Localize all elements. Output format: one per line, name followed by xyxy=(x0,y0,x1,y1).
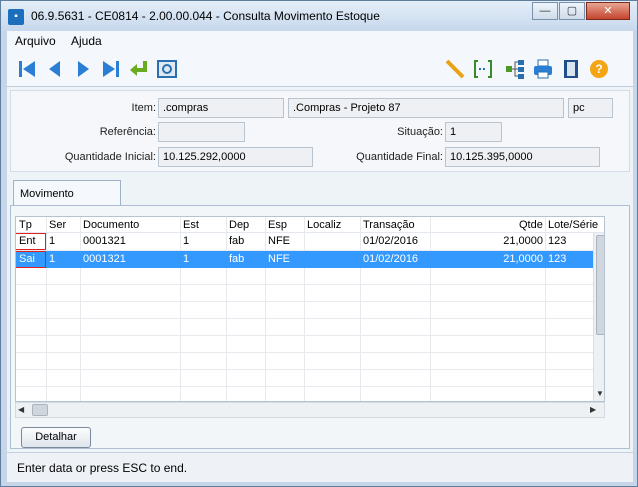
scroll-right-icon[interactable]: ▶ xyxy=(590,405,596,414)
range-button[interactable] xyxy=(471,57,495,81)
situacao-label: Situação: xyxy=(397,126,443,138)
movimento-panel: Tp Ser Documento Est Dep Esp Localiz Tra… xyxy=(10,205,630,449)
qtd-inicial-label: Quantidade Inicial: xyxy=(64,151,156,163)
scroll-thumb[interactable] xyxy=(596,235,604,335)
tab-movimento[interactable]: Movimento xyxy=(13,180,121,206)
col-qtde[interactable]: Qtde xyxy=(519,219,543,231)
last-record-button[interactable] xyxy=(99,57,123,81)
next-record-button[interactable] xyxy=(71,57,95,81)
cell-ser: 1 xyxy=(49,235,56,247)
main-window: ▪ 06.9.5631 - CE0814 - 2.00.00.044 - Con… xyxy=(0,0,638,487)
movement-grid[interactable]: Tp Ser Documento Est Dep Esp Localiz Tra… xyxy=(15,216,605,402)
toolbar: ? xyxy=(7,51,633,87)
col-esp[interactable]: Esp xyxy=(268,219,287,231)
cell-qtde: 21,0000 xyxy=(503,253,543,265)
col-ser[interactable]: Ser xyxy=(49,219,66,231)
grid-header: Tp Ser Documento Est Dep Esp Localiz Tra… xyxy=(16,217,604,233)
qtd-inicial-field[interactable]: 10.125.292,0000 xyxy=(158,147,313,167)
detalhar-button[interactable]: Detalhar xyxy=(21,427,91,448)
col-transacao[interactable]: Transação xyxy=(363,219,415,231)
cell-documento: 0001321 xyxy=(83,235,126,247)
help-icon: ? xyxy=(590,60,608,78)
header-panel: Item: .compras .Compras - Projeto 87 pc … xyxy=(10,90,630,172)
minimize-button[interactable]: — xyxy=(532,2,558,20)
cell-lote: 123 xyxy=(548,235,567,247)
close-button[interactable]: ✕ xyxy=(586,2,630,20)
exit-icon xyxy=(564,60,578,78)
cell-est: 1 xyxy=(183,235,190,247)
situacao-field[interactable]: 1 xyxy=(445,122,502,142)
cell-transacao: 01/02/2016 xyxy=(363,253,419,265)
horizontal-scrollbar[interactable]: ◀ ▶ xyxy=(15,402,605,418)
prev-record-button[interactable] xyxy=(43,57,67,81)
col-est[interactable]: Est xyxy=(183,219,199,231)
referencia-field[interactable] xyxy=(158,122,245,142)
edit-icon xyxy=(445,59,465,79)
prev-icon xyxy=(49,61,60,77)
hscroll-thumb[interactable] xyxy=(32,404,48,416)
cell-esp: NFE xyxy=(268,253,290,265)
col-documento[interactable]: Documento xyxy=(83,219,139,231)
menu-bar: Arquivo Ajuda xyxy=(7,31,633,51)
edit-button[interactable] xyxy=(443,57,467,81)
item-desc-field[interactable]: .Compras - Projeto 87 xyxy=(288,98,564,118)
svg-text:?: ? xyxy=(595,62,602,76)
qtd-final-field[interactable]: 10.125.395,0000 xyxy=(445,147,600,167)
tree-icon xyxy=(506,60,524,79)
table-row-selected[interactable]: Sai 1 0001321 1 fab NFE 01/02/2016 21,00… xyxy=(16,251,594,268)
item-code-field[interactable]: .compras xyxy=(158,98,284,118)
title-bar: ▪ 06.9.5631 - CE0814 - 2.00.00.044 - Con… xyxy=(1,1,637,31)
vertical-scrollbar[interactable]: ▼ xyxy=(593,233,604,401)
zoom-button[interactable] xyxy=(155,57,179,81)
range-icon xyxy=(474,60,492,78)
return-icon xyxy=(130,61,147,76)
first-icon xyxy=(19,61,35,77)
app-icon: ▪ xyxy=(8,9,24,25)
cell-dep: fab xyxy=(229,235,245,247)
cell-lote: 123 xyxy=(548,253,567,265)
help-button[interactable]: ? xyxy=(587,57,611,81)
cell-esp: NFE xyxy=(268,235,290,247)
next-icon xyxy=(78,61,89,77)
scroll-down-icon[interactable]: ▼ xyxy=(596,389,604,398)
window-title: 06.9.5631 - CE0814 - 2.00.00.044 - Consu… xyxy=(31,9,380,23)
maximize-button[interactable]: ▢ xyxy=(559,2,585,20)
col-lote-serie[interactable]: Lote/Série xyxy=(548,219,598,231)
cell-dep: fab xyxy=(229,253,245,265)
content-area: Item: .compras .Compras - Projeto 87 pc … xyxy=(7,87,633,452)
item-label: Item: xyxy=(131,102,156,114)
cell-tp: Sai xyxy=(19,253,35,265)
status-bar: Enter data or press ESC to end. xyxy=(7,452,633,482)
cell-documento: 0001321 xyxy=(83,253,126,265)
cell-ser: 1 xyxy=(49,253,56,265)
menu-arquivo[interactable]: Arquivo xyxy=(15,34,56,48)
cell-qtde: 21,0000 xyxy=(503,235,543,247)
col-localiz[interactable]: Localiz xyxy=(307,219,341,231)
referencia-label: Referência: xyxy=(99,126,156,138)
col-dep[interactable]: Dep xyxy=(229,219,249,231)
last-icon xyxy=(103,61,119,77)
qtd-final-label: Quantidade Final: xyxy=(356,151,443,163)
first-record-button[interactable] xyxy=(15,57,39,81)
col-tp[interactable]: Tp xyxy=(19,219,32,231)
zoom-icon xyxy=(157,60,177,78)
cell-est: 1 xyxy=(183,253,190,265)
menu-ajuda[interactable]: Ajuda xyxy=(71,34,102,48)
print-icon xyxy=(534,59,552,79)
exit-button[interactable] xyxy=(559,57,583,81)
unit-field[interactable]: pc xyxy=(568,98,613,118)
scroll-left-icon[interactable]: ◀ xyxy=(18,405,24,414)
tree-button[interactable] xyxy=(503,57,527,81)
return-button[interactable] xyxy=(127,57,151,81)
cell-tp: Ent xyxy=(19,235,36,247)
cell-transacao: 01/02/2016 xyxy=(363,235,419,247)
table-row[interactable]: Ent 1 0001321 1 fab NFE 01/02/2016 21,00… xyxy=(16,233,594,250)
print-button[interactable] xyxy=(531,57,555,81)
